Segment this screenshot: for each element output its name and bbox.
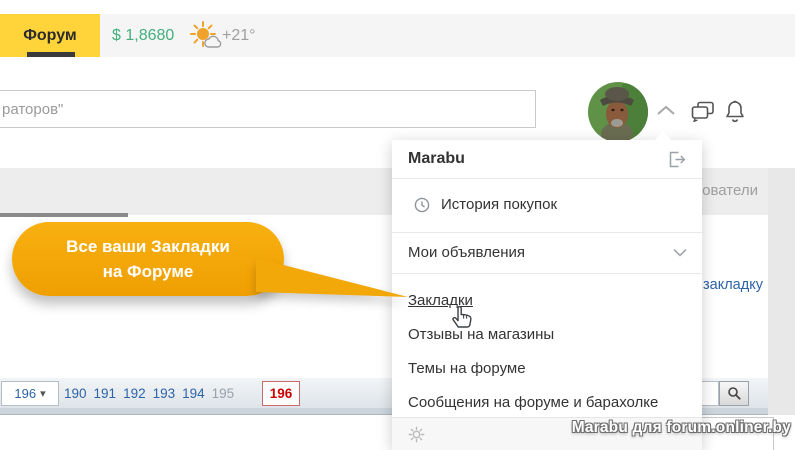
dropdown-pointer [654, 131, 672, 141]
menu-item-forum-topics[interactable]: Темы на форуме [392, 355, 702, 383]
chevron-up-icon[interactable] [656, 104, 676, 116]
hand-cursor-icon [450, 301, 474, 329]
currency-rate[interactable]: $ 1,8680 [112, 14, 174, 57]
select-caret-icon: ▾ [40, 388, 46, 400]
page-select[interactable]: 196 ▾ [1, 381, 59, 406]
clock-icon [414, 197, 430, 213]
magnifier-icon [727, 387, 741, 400]
notifications-bell-icon[interactable] [724, 99, 746, 125]
page-link-muted[interactable]: 195 [212, 386, 235, 401]
page-link[interactable]: 193 [153, 386, 176, 401]
logout-icon[interactable] [667, 150, 686, 169]
dropdown-header: Marabu [392, 140, 702, 178]
search-input[interactable]: раторов" [0, 90, 536, 128]
bookmark-link-fragment[interactable]: закладку [703, 277, 763, 293]
tab-forum[interactable]: Форум [0, 14, 100, 57]
page: Форум $ 1,8680 +21° раторов" ователи зак… [0, 0, 795, 450]
menu-item-label: Отзывы на магазины [408, 326, 555, 343]
forum-tabs-active-underline [0, 213, 128, 217]
page-link[interactable]: 191 [94, 386, 117, 401]
page-link[interactable]: 190 [64, 386, 87, 401]
menu-item-label: Сообщения на форуме и барахолке [408, 394, 659, 411]
avatar[interactable] [588, 82, 648, 142]
menu-item-shop-reviews[interactable]: Отзывы на магазины [392, 321, 702, 349]
page-link[interactable]: 192 [123, 386, 146, 401]
current-page-badge: 196 [262, 381, 300, 406]
tooltip-line1: Все ваши Закладки [66, 237, 230, 256]
tooltip-bubble: Все ваши Закладки на Форуме [12, 222, 284, 296]
tooltip-line2: на Форуме [102, 262, 194, 281]
search-input-value: раторов" [2, 100, 64, 118]
divider [392, 273, 702, 274]
page-link[interactable]: 194 [182, 386, 205, 401]
temperature: +21° [222, 26, 256, 44]
menu-item-my-ads[interactable]: Мои объявления [392, 232, 702, 273]
watermark: Marabu для forum.onliner.by [571, 419, 791, 436]
page-select-value: 196 [14, 386, 37, 401]
gear-icon[interactable] [408, 426, 425, 443]
page-search-button[interactable] [719, 381, 749, 406]
menu-item-purchase-history[interactable]: История покупок [392, 178, 702, 232]
tab-forum-active-indicator [27, 52, 75, 57]
messages-icon[interactable] [690, 100, 715, 124]
menu-item-label: Темы на форуме [408, 360, 526, 377]
page-links: 190 191 192 193 194 195 [64, 381, 234, 406]
menu-item-forum-messages[interactable]: Сообщения на форуме и барахолке [392, 389, 702, 417]
menu-item-label: Мои объявления [408, 243, 525, 261]
page-right-gutter [768, 168, 795, 415]
menu-item-label: История покупок [441, 196, 558, 213]
user-dropdown-menu: Marabu История покупок Мои объявления За… [392, 140, 702, 450]
chevron-down-icon [673, 248, 687, 257]
menu-item-bookmarks[interactable]: Закладки [392, 287, 702, 315]
tooltip-bubble-tail [256, 258, 408, 297]
username: Marabu [408, 150, 465, 167]
weather-sun-cloud-icon[interactable] [188, 20, 224, 52]
